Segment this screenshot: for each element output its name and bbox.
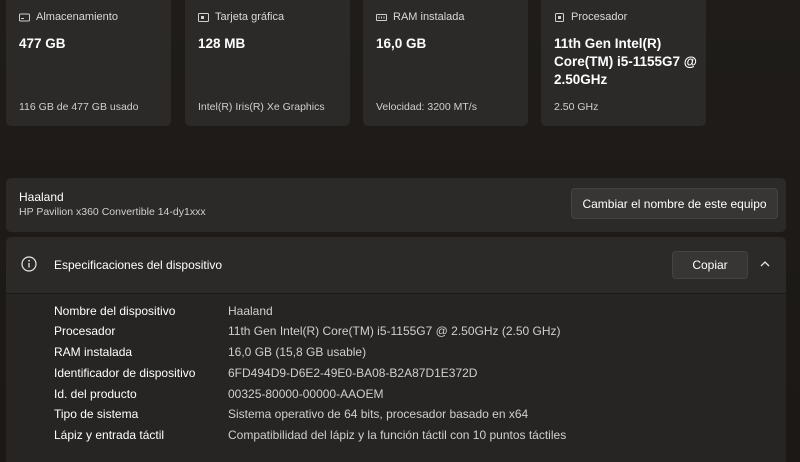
device-specs-title: Especificaciones del dispositivo <box>54 258 223 272</box>
ram-card-sub: Velocidad: 3200 MT/s <box>376 101 477 113</box>
spec-label: Identificador de dispositivo <box>54 366 196 380</box>
rename-pc-button[interactable]: Cambiar el nombre de este equipo <box>571 188 778 219</box>
ram-card: RAM instalada 16,0 GB Velocidad: 3200 MT… <box>363 0 528 126</box>
spec-value: Haaland <box>228 304 273 318</box>
ram-card-title: RAM instalada <box>393 11 465 23</box>
storage-card-value: 477 GB <box>19 36 66 51</box>
storage-card-title: Almacenamiento <box>36 11 118 23</box>
processor-card: Procesador 11th Gen Intel(R) Core(TM) i5… <box>541 0 706 126</box>
device-name-row: Haaland HP Pavilion x360 Convertible 14-… <box>6 178 786 232</box>
spec-value: Sistema operativo de 64 bits, procesador… <box>228 407 529 421</box>
spec-value: Compatibilidad del lápiz y la función tá… <box>228 428 567 442</box>
spec-value: 00325-80000-00000-AAOEM <box>228 387 384 401</box>
spec-label: Procesador <box>54 324 116 338</box>
ram-card-value: 16,0 GB <box>376 36 427 51</box>
storage-card: Almacenamiento 477 GB 116 GB de 477 GB u… <box>6 0 171 126</box>
device-specs-header[interactable]: Especificaciones del dispositivo Copiar <box>6 237 786 293</box>
gpu-card-value: 128 MB <box>198 36 246 51</box>
spec-value: 16,0 GB (15,8 GB usable) <box>228 345 367 359</box>
processor-card-title: Procesador <box>571 11 628 23</box>
device-specs-list: Nombre del dispositivo Haaland Procesado… <box>6 294 786 462</box>
processor-value-line: Core(TM) i5-1155G7 @ <box>554 54 697 69</box>
gpu-icon <box>198 12 209 23</box>
processor-icon <box>554 12 565 23</box>
spec-label: RAM instalada <box>54 345 133 359</box>
processor-card-sub: 2.50 GHz <box>554 101 599 113</box>
processor-card-value: 11th Gen Intel(R) Core(TM) i5-1155G7 @ 2… <box>554 35 697 89</box>
gpu-card-sub: Intel(R) Iris(R) Xe Graphics <box>198 101 325 113</box>
gpu-card-title: Tarjeta gráfica <box>215 11 285 23</box>
ram-icon <box>376 12 387 23</box>
gpu-card: Tarjeta gráfica 128 MB Intel(R) Iris(R) … <box>185 0 350 126</box>
device-name: Haaland <box>19 190 64 204</box>
device-model: HP Pavilion x360 Convertible 14-dy1xxx <box>19 206 206 218</box>
processor-value-line: 11th Gen Intel(R) <box>554 36 662 51</box>
spec-label: Tipo de sistema <box>54 407 139 421</box>
copy-button[interactable]: Copiar <box>672 251 748 279</box>
chevron-up-icon[interactable] <box>758 257 772 271</box>
processor-value-line: 2.50GHz <box>554 72 608 87</box>
spec-value: 11th Gen Intel(R) Core(TM) i5-1155G7 @ 2… <box>228 324 561 338</box>
spec-label: Lápiz y entrada táctil <box>54 428 165 442</box>
spec-label: Nombre del dispositivo <box>54 304 176 318</box>
storage-card-sub: 116 GB de 477 GB usado <box>19 101 139 113</box>
info-icon <box>21 256 37 272</box>
spec-label: Id. del producto <box>54 387 137 401</box>
settings-page: Almacenamiento 477 GB 116 GB de 477 GB u… <box>0 0 800 462</box>
spec-value: 6FD494D9-D6E2-49E0-BA08-B2A87D1E372D <box>228 366 478 380</box>
storage-icon <box>19 12 30 23</box>
